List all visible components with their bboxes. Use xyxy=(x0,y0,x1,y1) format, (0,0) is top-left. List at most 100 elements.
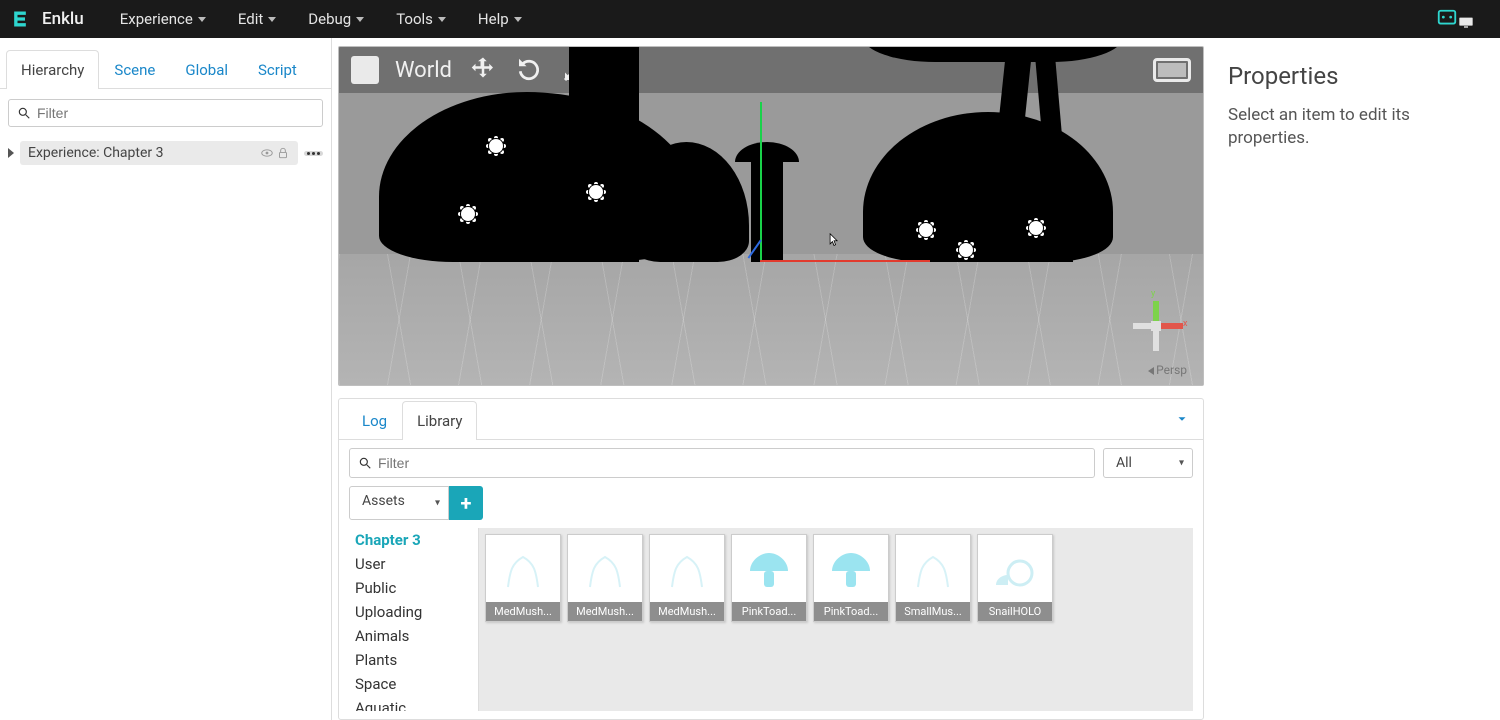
category-list[interactable]: Chapter 3UserPublicUploadingAnimalsPlant… xyxy=(349,528,479,711)
asset-label: PinkToad... xyxy=(814,602,888,621)
asset-thumbnail[interactable]: MedMush... xyxy=(649,534,725,622)
asset-label: MedMush... xyxy=(650,602,724,621)
category-item[interactable]: Aquatic xyxy=(349,696,478,711)
library-body: All Assets + Chapter 3UserPublicUploadin… xyxy=(339,440,1203,719)
asset-thumbnail[interactable]: SmallMus... xyxy=(895,534,971,622)
light-gizmo-icon xyxy=(919,223,933,237)
view-gizmo[interactable]: y x xyxy=(1125,295,1185,355)
hierarchy-root-row[interactable]: Experience: Chapter 3 xyxy=(6,137,325,169)
asset-thumbnail[interactable]: PinkToad... xyxy=(731,534,807,622)
chevron-down-icon xyxy=(438,17,446,22)
scope-filter-value: All xyxy=(1116,455,1132,471)
tab-log[interactable]: Log xyxy=(347,401,402,440)
workspace: HierarchySceneGlobalScript Experience: C… xyxy=(0,38,1500,720)
asset-preview xyxy=(896,535,970,602)
eye-icon[interactable] xyxy=(260,146,274,160)
connection-status-icon xyxy=(1436,8,1458,30)
category-item[interactable]: Space xyxy=(349,672,478,696)
chevron-down-icon xyxy=(1175,412,1189,426)
library-filter-input[interactable] xyxy=(378,455,1086,471)
asset-label: PinkToad... xyxy=(732,602,806,621)
row-more-button[interactable] xyxy=(304,151,323,156)
search-icon xyxy=(17,106,31,120)
enklu-logo-icon xyxy=(10,9,30,29)
camera-mode-label[interactable]: Persp xyxy=(1148,363,1187,377)
menu-tools[interactable]: Tools xyxy=(382,2,460,36)
category-item[interactable]: User xyxy=(349,552,478,576)
asset-thumbnail[interactable]: MedMush... xyxy=(567,534,643,622)
fullscreen-toggle[interactable] xyxy=(1153,58,1191,82)
rotate-tool-icon[interactable] xyxy=(514,55,544,85)
chevron-down-icon xyxy=(514,17,522,22)
asset-label: MedMush... xyxy=(486,602,560,621)
menu-help[interactable]: Help xyxy=(464,2,536,36)
menu-experience[interactable]: Experience xyxy=(106,2,220,36)
asset-thumbnail[interactable]: SnailHOLO xyxy=(977,534,1053,622)
gizmo-y-label: y xyxy=(1151,289,1155,299)
scene-object xyxy=(629,142,749,262)
brand: Enklu xyxy=(10,9,84,29)
tab-hierarchy[interactable]: Hierarchy xyxy=(6,50,99,89)
axis-x xyxy=(760,260,930,262)
asset-label: SnailHOLO xyxy=(978,602,1052,621)
tab-script[interactable]: Script xyxy=(243,50,312,89)
cursor-icon xyxy=(829,233,839,247)
category-item[interactable]: Chapter 3 xyxy=(349,528,478,552)
transform-space-label: World xyxy=(395,58,452,83)
move-tool-icon[interactable] xyxy=(468,55,498,85)
asset-preview xyxy=(978,535,1052,602)
category-item[interactable]: Uploading xyxy=(349,600,478,624)
asset-grid[interactable]: MedMush... MedMush... MedMush... PinkToad..… xyxy=(479,528,1193,711)
hierarchy-item-text: Experience: Chapter 3 xyxy=(28,145,164,161)
hierarchy-filter[interactable] xyxy=(8,99,323,127)
viewport-3d[interactable]: World xyxy=(338,46,1204,386)
menu-edit[interactable]: Edit xyxy=(224,2,290,36)
scene-body[interactable]: y x Persp xyxy=(339,93,1203,385)
left-panel: HierarchySceneGlobalScript Experience: C… xyxy=(0,38,332,720)
scene-object xyxy=(863,112,1113,262)
asset-label: MedMush... xyxy=(568,602,642,621)
menubar: Enklu ExperienceEditDebugToolsHelp xyxy=(0,0,1500,38)
hierarchy-item-label[interactable]: Experience: Chapter 3 xyxy=(20,141,298,165)
tab-global[interactable]: Global xyxy=(170,50,243,89)
chevron-down-icon xyxy=(356,17,364,22)
asset-thumbnail[interactable]: PinkToad... xyxy=(813,534,889,622)
asset-label: SmallMus... xyxy=(896,602,970,621)
asset-preview xyxy=(568,535,642,602)
library-filter[interactable] xyxy=(349,448,1095,478)
grid-floor xyxy=(339,254,1203,385)
center-column: World xyxy=(332,38,1210,720)
search-icon xyxy=(358,456,372,470)
disclosure-triangle-icon[interactable] xyxy=(8,148,14,158)
tab-scene[interactable]: Scene xyxy=(99,50,170,89)
chevron-down-icon xyxy=(268,17,276,22)
add-asset-button[interactable]: + xyxy=(449,486,483,520)
category-item[interactable]: Plants xyxy=(349,648,478,672)
light-gizmo-icon xyxy=(589,185,603,199)
asset-type-value: Assets xyxy=(362,493,405,509)
asset-preview xyxy=(814,535,888,602)
light-gizmo-icon xyxy=(489,139,503,153)
asset-type-select[interactable]: Assets xyxy=(349,486,449,520)
light-gizmo-icon xyxy=(461,207,475,221)
monitor-icon xyxy=(1458,16,1474,30)
category-item[interactable]: Animals xyxy=(349,624,478,648)
chevron-down-icon xyxy=(198,17,206,22)
lock-icon[interactable] xyxy=(276,146,290,160)
gizmo-x-label: x xyxy=(1183,319,1187,329)
scene-object xyxy=(735,142,799,162)
transform-space-toggle[interactable] xyxy=(351,56,379,84)
menubar-status xyxy=(1436,8,1490,30)
menu-debug[interactable]: Debug xyxy=(294,2,378,36)
asset-thumbnail[interactable]: MedMush... xyxy=(485,534,561,622)
hierarchy-filter-input[interactable] xyxy=(37,105,314,121)
bottom-tabs: LogLibrary xyxy=(339,399,1203,440)
tab-library[interactable]: Library xyxy=(402,401,477,440)
bottom-panel: LogLibrary All xyxy=(338,398,1204,720)
light-gizmo-icon xyxy=(959,243,973,257)
hierarchy-list: Experience: Chapter 3 xyxy=(0,135,331,171)
panel-collapse-button[interactable] xyxy=(1169,405,1195,436)
scope-filter-select[interactable]: All xyxy=(1103,448,1193,478)
asset-preview xyxy=(486,535,560,602)
category-item[interactable]: Public xyxy=(349,576,478,600)
